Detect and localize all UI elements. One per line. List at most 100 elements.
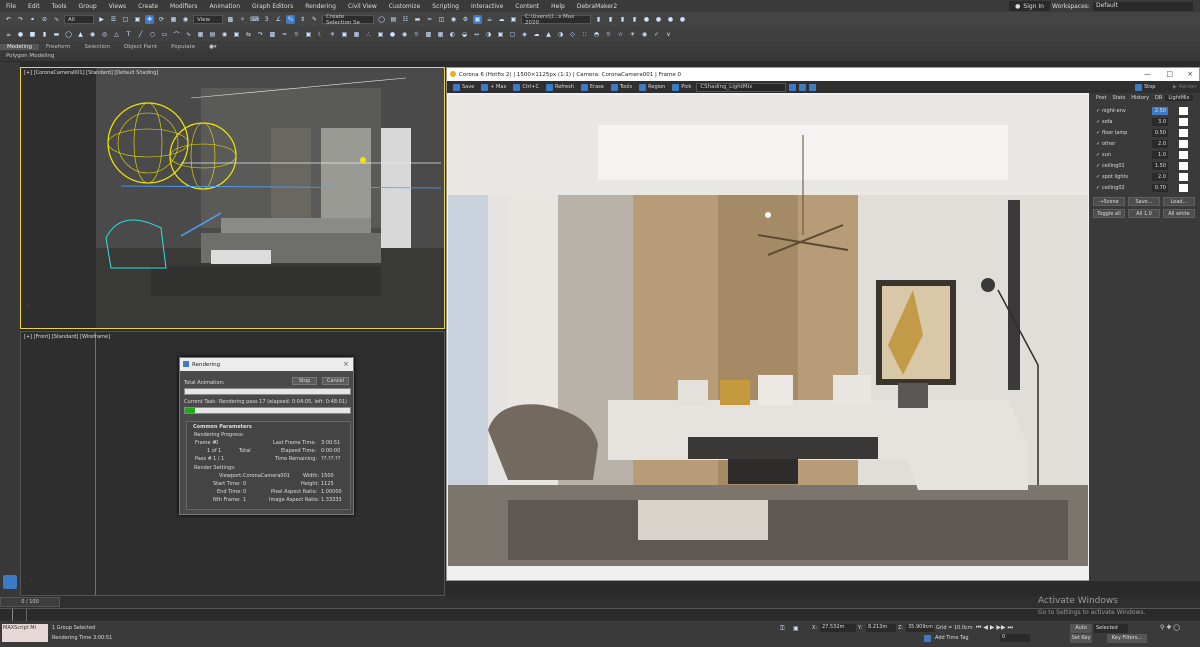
workspace-dropdown[interactable]: Default xyxy=(1092,1,1193,11)
to-scene-button[interactable]: →Scene xyxy=(1093,197,1125,206)
percent-snap-icon[interactable]: % xyxy=(286,15,295,24)
common-params-header[interactable]: Common Parameters xyxy=(193,424,252,430)
snaps-toggle-icon[interactable]: 3 xyxy=(262,15,271,24)
zoom-out-icon[interactable] xyxy=(799,83,807,91)
corona-sky-icon[interactable]: ☁ xyxy=(532,30,541,39)
curve-editor-icon[interactable]: ≈ xyxy=(425,15,434,24)
menu-create[interactable]: Create xyxy=(132,3,164,10)
light-intensity-field[interactable]: 1.0 xyxy=(1152,150,1168,159)
corona-settings-icon[interactable]: ● xyxy=(654,15,663,24)
cancel-button[interactable]: Cancel xyxy=(322,377,349,385)
lightbulb-icon[interactable]: ◉ xyxy=(640,30,649,39)
tab-object-paint[interactable]: Object Paint xyxy=(117,44,164,50)
menu-help[interactable]: Help xyxy=(545,3,571,10)
circle-shape-icon[interactable]: ○ xyxy=(148,30,157,39)
pivot-center-icon[interactable]: ▩ xyxy=(226,15,235,24)
render-production-icon[interactable]: ☕ xyxy=(485,15,494,24)
tab-populate[interactable]: Populate xyxy=(164,44,202,50)
text-shape-icon[interactable]: T xyxy=(124,30,133,39)
vfb-max-button[interactable]: + Max xyxy=(479,83,508,92)
sign-in-button[interactable]: ● Sign In xyxy=(1009,1,1050,11)
vfb-copy-button[interactable]: Ctrl+C xyxy=(511,83,541,92)
viewport-label-perspective[interactable]: [+] [CoronaCamera001] [Standard] [Defaul… xyxy=(24,70,158,76)
corona-distance-icon[interactable]: ↔ xyxy=(472,30,481,39)
undo-icon[interactable]: ↶ xyxy=(4,15,13,24)
box-icon[interactable]: ■ xyxy=(28,30,37,39)
edit-named-selection-icon[interactable]: ✎ xyxy=(310,15,319,24)
menu-debramaker2[interactable]: DebraMaker2 xyxy=(571,3,623,10)
schematic-view-icon[interactable]: ◫ xyxy=(437,15,446,24)
corona-decal-icon[interactable]: ▣ xyxy=(376,30,385,39)
spinner-snap-icon[interactable]: ⇕ xyxy=(298,15,307,24)
vfb-region-button[interactable]: Region xyxy=(637,83,667,92)
manage-scene-icon[interactable]: ▮ xyxy=(630,15,639,24)
align-icon[interactable]: ▤ xyxy=(389,15,398,24)
vfb-pick-button[interactable]: Pick xyxy=(670,83,693,92)
maximize-icon[interactable]: □ xyxy=(1166,70,1173,78)
light-color-swatch[interactable] xyxy=(1179,150,1188,159)
corona-material-icon[interactable]: ● xyxy=(388,30,397,39)
corona-pointcloud-icon[interactable]: ∷ xyxy=(580,30,589,39)
project-folder-icon[interactable]: ▮ xyxy=(594,15,603,24)
corona-interactive-icon[interactable]: ● xyxy=(678,15,687,24)
ribbon-options-icon[interactable]: ●▾ xyxy=(202,44,224,50)
menu-views[interactable]: Views xyxy=(103,3,132,10)
viewport-label-front[interactable]: [+] [Front] [Standard] [Wireframe] xyxy=(24,334,110,340)
light-intensity-field[interactable]: 2.0 xyxy=(1152,139,1168,148)
place-icon[interactable]: ◉ xyxy=(181,15,190,24)
vfb-render-button[interactable]: ▶ Render xyxy=(1171,83,1199,92)
light-intensity-field[interactable]: 0.50 xyxy=(1152,128,1168,137)
corona-bitmap-icon[interactable]: ▦ xyxy=(436,30,445,39)
x-coord-field[interactable]: 27.532m xyxy=(820,624,856,632)
bend-icon[interactable]: ↷ xyxy=(256,30,265,39)
uvw-map-icon[interactable]: ▤ xyxy=(208,30,217,39)
render-element-dropdown[interactable]: CShading_LightMix xyxy=(696,82,787,92)
key-mode-dropdown[interactable]: Selected xyxy=(1094,624,1128,633)
arc-shape-icon[interactable]: ⌒ xyxy=(172,30,181,39)
minimize-icon[interactable]: — xyxy=(1144,70,1151,78)
all-one-button[interactable]: All 1.0 xyxy=(1128,209,1160,218)
corona-denoise-icon[interactable]: ☆ xyxy=(616,30,625,39)
corona-mix-icon[interactable]: ◑ xyxy=(484,30,493,39)
corona-scatter-icon[interactable]: ∴ xyxy=(364,30,373,39)
corona-colorcorrect-icon[interactable]: ◐ xyxy=(448,30,457,39)
menu-customize[interactable]: Customize xyxy=(383,3,427,10)
layer-explorer-icon[interactable]: ☷ xyxy=(401,15,410,24)
auto-key-button[interactable]: Auto Key xyxy=(1070,624,1092,640)
light-color-swatch[interactable] xyxy=(1179,139,1188,148)
menu-modifiers[interactable]: Modifiers xyxy=(164,3,203,10)
menu-scripting[interactable]: Scripting xyxy=(426,3,465,10)
close-icon[interactable]: × xyxy=(343,360,349,368)
corona-light-mtl-icon[interactable]: ☼ xyxy=(412,30,421,39)
tab-freeform[interactable]: Freeform xyxy=(39,44,78,50)
tube-icon[interactable]: ◎ xyxy=(100,30,109,39)
absolute-mode-icon[interactable]: ▣ xyxy=(793,625,799,632)
light-intensity-field[interactable]: 3.0 xyxy=(1152,117,1168,126)
rectangular-selection-icon[interactable]: □ xyxy=(121,15,130,24)
stop-button[interactable]: Stop xyxy=(292,377,317,385)
set-key-button[interactable]: Set Key xyxy=(1070,634,1092,643)
menu-file[interactable]: File xyxy=(0,3,22,10)
light-intensity-field[interactable]: 2.0 xyxy=(1152,172,1168,181)
rotate-icon[interactable]: ⟳ xyxy=(157,15,166,24)
angle-snap-icon[interactable]: ∠ xyxy=(274,15,283,24)
corona-layered-mtl-icon[interactable]: ◉ xyxy=(400,30,409,39)
corona-multimap-icon[interactable]: ▣ xyxy=(496,30,505,39)
redo-icon[interactable]: ↷ xyxy=(16,15,25,24)
noise-icon[interactable]: ≈ xyxy=(280,30,289,39)
pyramid-icon[interactable]: △ xyxy=(112,30,121,39)
keyboard-shortcut-override-icon[interactable]: ⌨ xyxy=(250,15,259,24)
menu-graph-editors[interactable]: Graph Editors xyxy=(246,3,299,10)
viewport-layout-icon[interactable] xyxy=(3,575,17,589)
close-icon[interactable]: × xyxy=(1187,70,1193,78)
lock-selection-icon[interactable]: ⚿ xyxy=(780,625,785,633)
vfb-stop-button[interactable]: Stop xyxy=(1133,83,1157,92)
toggle-all-button[interactable]: Toggle all xyxy=(1093,209,1125,218)
teapot-icon[interactable]: ☕ xyxy=(4,30,13,39)
scale-icon[interactable]: ▦ xyxy=(169,15,178,24)
cylinder-icon[interactable]: ▮ xyxy=(40,30,49,39)
menu-animation[interactable]: Animation xyxy=(203,3,246,10)
tab-dr[interactable]: DR xyxy=(1152,95,1165,101)
corona-shadow-catcher-icon[interactable]: ◑ xyxy=(556,30,565,39)
corona-lightselect-icon[interactable]: ☀ xyxy=(628,30,637,39)
